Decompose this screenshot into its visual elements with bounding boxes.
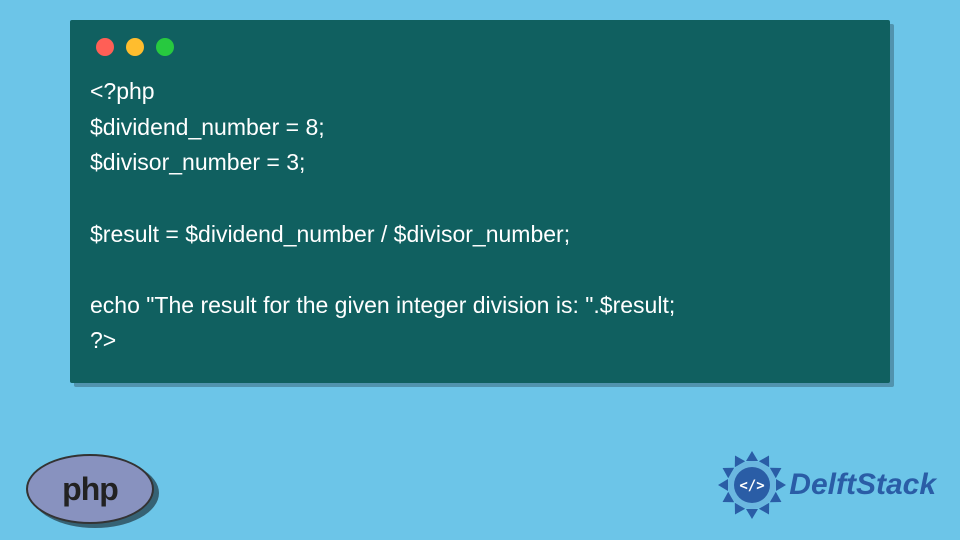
code-line: ?> (90, 327, 116, 353)
code-line: $dividend_number = 8; (90, 114, 325, 140)
code-block: <?php $dividend_number = 8; $divisor_num… (90, 74, 870, 359)
svg-text:</>: </> (740, 478, 765, 494)
code-window: <?php $dividend_number = 8; $divisor_num… (70, 20, 890, 383)
window-controls (90, 38, 870, 56)
php-logo: php (26, 454, 154, 524)
minimize-dot-icon (126, 38, 144, 56)
delftstack-logo: </> DelftStack (717, 450, 936, 520)
code-line: <?php (90, 78, 155, 104)
close-dot-icon (96, 38, 114, 56)
maximize-dot-icon (156, 38, 174, 56)
delftstack-gear-icon: </> (717, 450, 787, 520)
code-line: echo "The result for the given integer d… (90, 292, 675, 318)
delftstack-label: DelftStack (789, 468, 936, 502)
php-logo-text: php (62, 471, 118, 508)
code-line: $divisor_number = 3; (90, 149, 305, 175)
php-logo-ellipse-icon: php (26, 454, 154, 524)
code-line: $result = $dividend_number / $divisor_nu… (90, 221, 570, 247)
